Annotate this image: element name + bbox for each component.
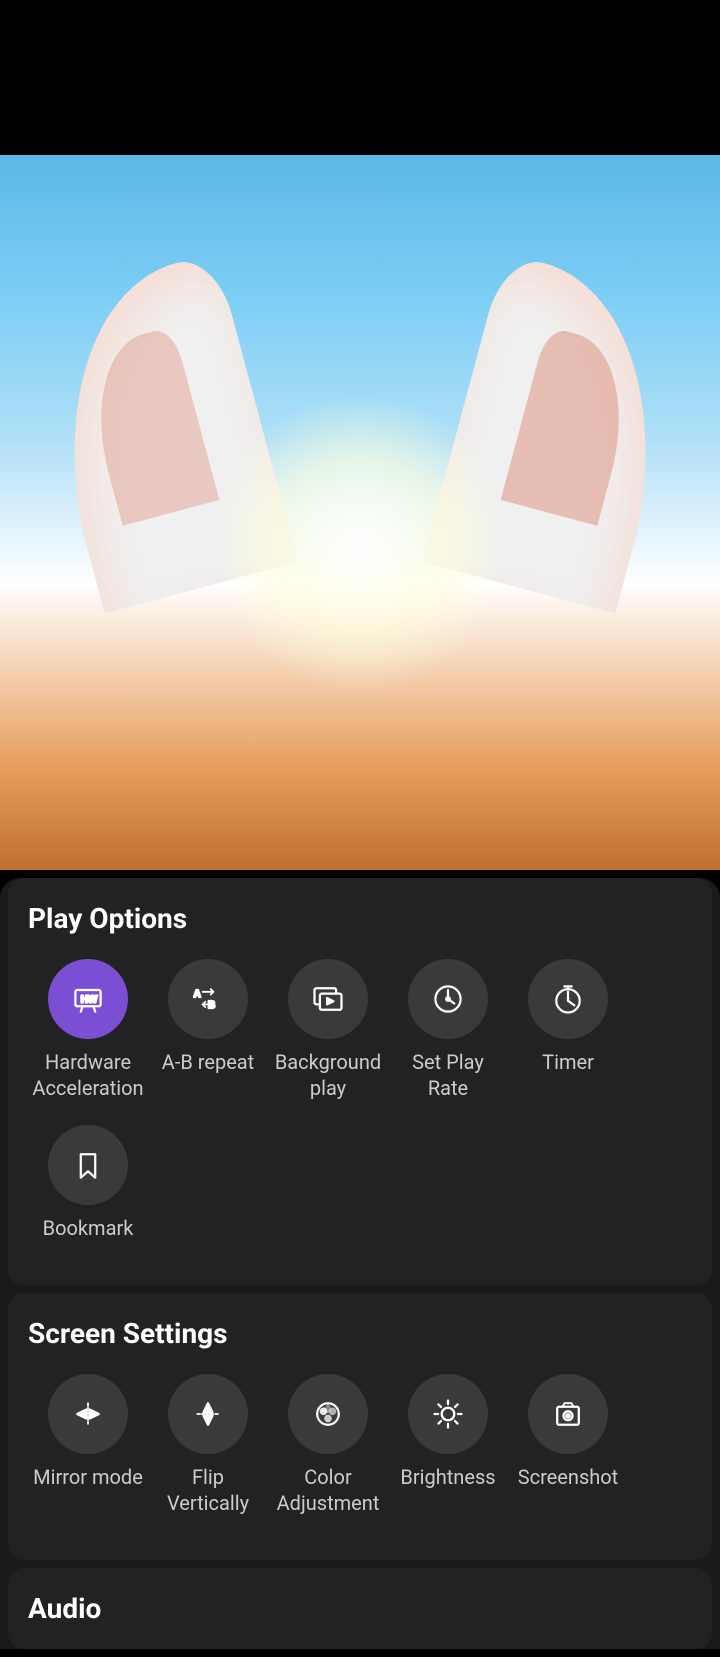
background-play-icon [310,981,346,1017]
svg-text:A: A [194,989,201,1000]
option-hardware-acceleration[interactable]: HW HardwareAcceleration [28,959,148,1101]
screen-settings-section: Screen Settings Mirror mode [8,1293,712,1560]
top-bar [0,0,720,155]
screen-settings-grid: Mirror mode FlipVertically [28,1374,692,1540]
flip-vertically-icon [190,1396,226,1432]
background-play-label: Backgroundplay [275,1049,381,1101]
ear-right-inner [501,326,644,526]
video-area [0,155,720,870]
color-adjustment-label: ColorAdjustment [277,1464,380,1516]
set-play-rate-icon-circle [408,959,488,1039]
ab-repeat-icon-circle: A B [168,959,248,1039]
svg-text:B: B [208,1000,215,1011]
screenshot-label: Screenshot [518,1464,618,1490]
play-options-title: Play Options [28,902,692,935]
screen-settings-title: Screen Settings [28,1317,692,1350]
play-options-grid: HW HardwareAcceleration A B [28,959,692,1265]
set-play-rate-label: Set PlayRate [412,1049,484,1101]
ab-repeat-icon: A B [190,981,226,1017]
option-set-play-rate[interactable]: Set PlayRate [388,959,508,1101]
hardware-acceleration-icon-circle: HW [48,959,128,1039]
bookmark-icon-circle [48,1125,128,1205]
timer-icon [550,981,586,1017]
timer-label: Timer [542,1049,594,1075]
mirror-mode-label: Mirror mode [33,1464,143,1490]
brightness-icon [430,1396,466,1432]
glow-effect [210,393,510,693]
bookmark-label: Bookmark [43,1215,134,1241]
bookmark-icon [70,1147,106,1183]
option-flip-vertically[interactable]: FlipVertically [148,1374,268,1516]
option-color-adjustment[interactable]: ColorAdjustment [268,1374,388,1516]
ear-left-inner [76,326,219,526]
option-brightness[interactable]: Brightness [388,1374,508,1516]
option-ab-repeat[interactable]: A B A-B repeat [148,959,268,1101]
color-adjustment-icon [310,1396,346,1432]
mirror-mode-icon [70,1396,106,1432]
screenshot-icon [550,1396,586,1432]
brightness-icon-circle [408,1374,488,1454]
cat-body [40,243,680,863]
flip-vertically-label: FlipVertically [167,1464,249,1516]
screenshot-icon-circle [528,1374,608,1454]
play-options-section: Play Options HW HardwareAcceleration [8,878,712,1285]
option-screenshot[interactable]: Screenshot [508,1374,628,1516]
flip-vertically-icon-circle [168,1374,248,1454]
hardware-acceleration-label: HardwareAcceleration [32,1049,143,1101]
mirror-mode-icon-circle [48,1374,128,1454]
cat-visual [0,155,720,870]
set-play-rate-icon [430,981,466,1017]
timer-icon-circle [528,959,608,1039]
option-background-play[interactable]: Backgroundplay [268,959,388,1101]
background-play-icon-circle [288,959,368,1039]
bottom-panel: Play Options HW HardwareAcceleration [0,878,720,1649]
option-timer[interactable]: Timer [508,959,628,1101]
ab-repeat-label: A-B repeat [162,1049,254,1075]
hw-icon: HW [70,981,106,1017]
audio-section: Audio [8,1568,712,1649]
option-bookmark[interactable]: Bookmark [28,1125,148,1241]
audio-title: Audio [28,1592,692,1625]
svg-text:HW: HW [81,995,98,1006]
brightness-label: Brightness [400,1464,495,1490]
color-adjustment-icon-circle [288,1374,368,1454]
option-mirror-mode[interactable]: Mirror mode [28,1374,148,1516]
